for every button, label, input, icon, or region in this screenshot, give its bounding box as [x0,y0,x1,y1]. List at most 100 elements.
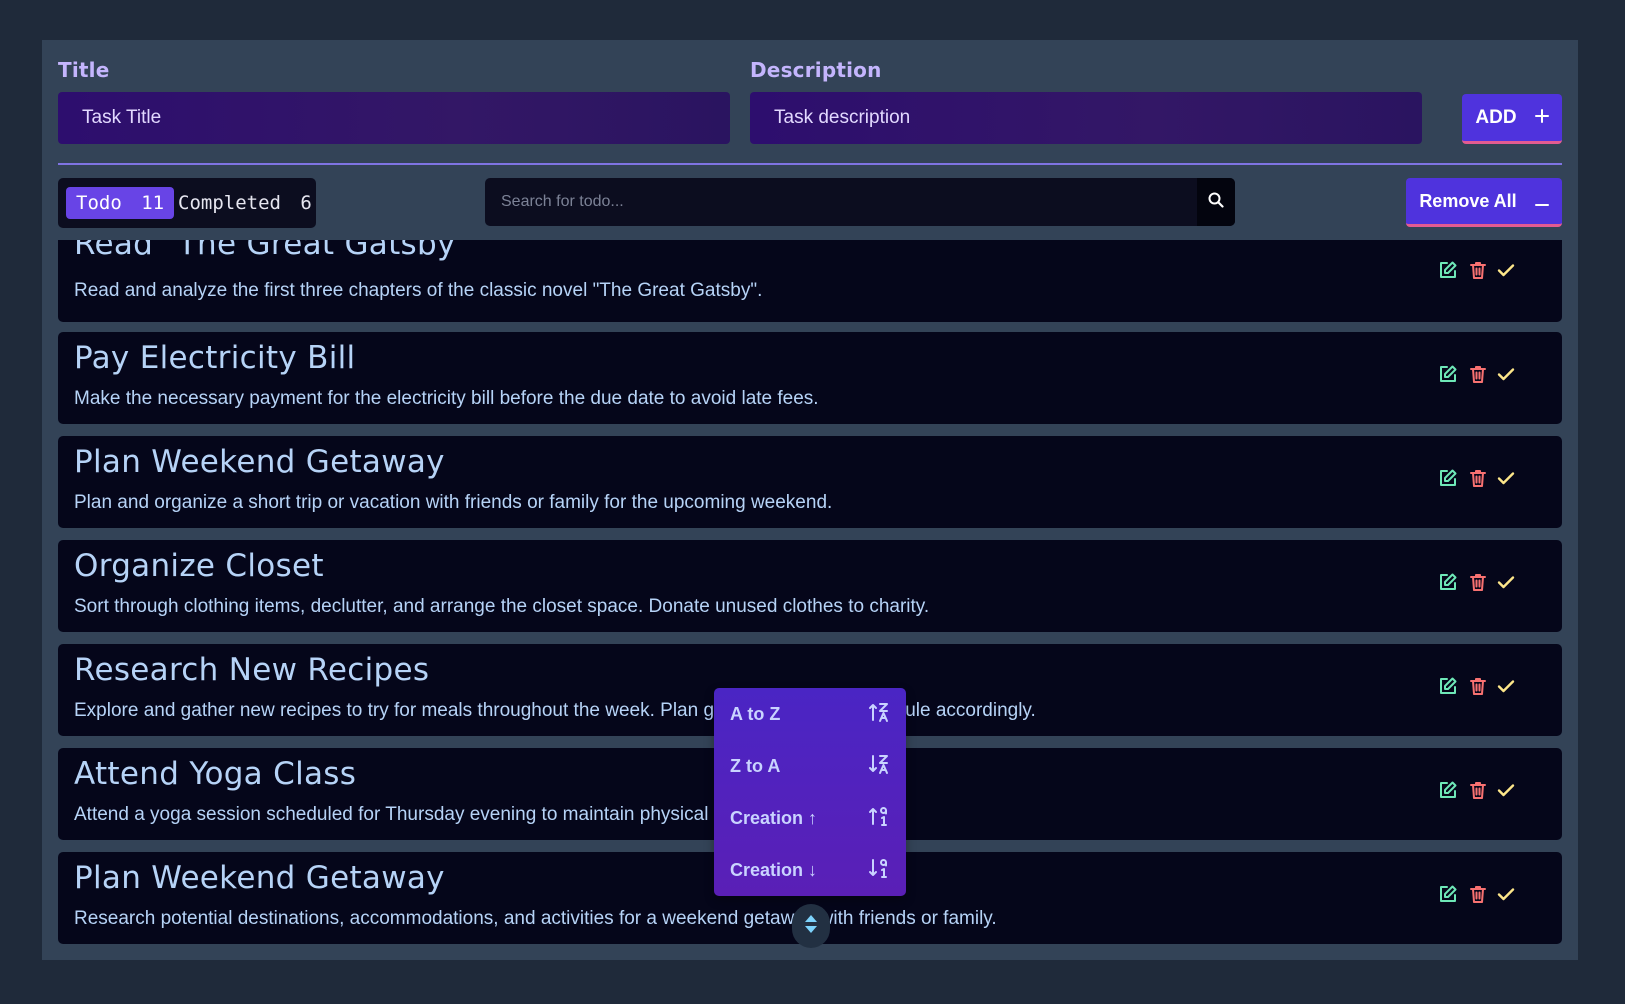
sort-creation-desc-item[interactable]: Creation ↓ [714,844,906,896]
sort-z-to-a-item[interactable]: Z to A [714,740,906,792]
sort-a-to-z-item[interactable]: A to Z [714,688,906,740]
check-icon [1496,780,1516,805]
check-icon [1496,676,1516,701]
edit-button[interactable] [1436,884,1460,908]
complete-button[interactable] [1494,260,1518,284]
trash-icon [1468,260,1488,285]
trash-icon [1468,884,1488,909]
delete-button[interactable] [1466,780,1490,804]
edit-button[interactable] [1436,780,1460,804]
tab-todo-label: Todo [76,192,122,214]
sort-numeric-up-icon [868,805,890,832]
search-icon [1208,192,1224,213]
tab-todo-count: 11 [141,192,165,214]
todo-description: Read and analyze the first three chapter… [74,280,763,301]
search-button[interactable] [1197,178,1235,226]
trash-icon [1468,468,1488,493]
edit-icon [1438,468,1458,493]
task-title-input[interactable] [58,92,730,144]
todo-title: Attend Yoga Class [74,756,357,792]
edit-icon [1438,260,1458,285]
edit-icon [1438,780,1458,805]
minus-icon [1534,191,1549,212]
plus-icon [1534,107,1549,129]
todo-description: Make the necessary payment for the elect… [74,388,819,409]
todo-actions [1436,572,1546,600]
delete-button[interactable] [1466,884,1490,908]
sort-item-label: Z to A [730,755,781,776]
edit-button[interactable] [1436,364,1460,388]
tab-completed-count: 6 [300,192,312,214]
complete-button[interactable] [1494,468,1518,492]
edit-icon [1438,884,1458,909]
todo-actions [1436,468,1546,496]
edit-button[interactable] [1436,676,1460,700]
search-input[interactable] [485,178,1197,226]
delete-button[interactable] [1466,260,1490,284]
todo-actions [1436,884,1546,912]
delete-button[interactable] [1466,676,1490,700]
todo-card: Read "The Great Gatsby" Read and analyze… [58,240,1562,322]
form-divider [58,163,1562,165]
complete-button[interactable] [1494,780,1518,804]
edit-icon [1438,676,1458,701]
delete-button[interactable] [1466,364,1490,388]
todo-actions [1436,260,1546,288]
task-description-input[interactable] [750,92,1422,144]
complete-button[interactable] [1494,364,1518,388]
todo-card: Organize Closet Sort through clothing it… [58,540,1562,632]
tab-completed[interactable]: Completed 6 [168,187,322,219]
tab-completed-label: Completed [178,192,281,214]
todo-actions [1436,364,1546,392]
check-icon [1496,364,1516,389]
todo-description: Plan and organize a short trip or vacati… [74,492,833,513]
trash-icon [1468,676,1488,701]
todo-description: Research potential destinations, accommo… [74,908,997,929]
check-icon [1496,468,1516,493]
sort-icon [804,913,818,940]
edit-button[interactable] [1436,260,1460,284]
sort-item-label: Creation ↓ [730,859,818,880]
check-icon [1496,572,1516,597]
todo-title: Organize Closet [74,548,324,584]
check-icon [1496,260,1516,285]
edit-button[interactable] [1436,468,1460,492]
todo-title: Pay Electricity Bill [74,340,356,376]
tab-todo[interactable]: Todo 11 [66,187,175,219]
edit-icon [1438,364,1458,389]
trash-icon [1468,572,1488,597]
todo-description: Sort through clothing items, declutter, … [74,596,930,617]
complete-button[interactable] [1494,884,1518,908]
search-bar [485,178,1235,226]
complete-button[interactable] [1494,572,1518,596]
sort-alpha-up-icon [868,701,890,728]
trash-icon [1468,364,1488,389]
edit-button[interactable] [1436,572,1460,596]
description-label: Description [750,58,882,82]
sort-menu: A to Z Z to A Creation ↑ Creation ↓ [714,688,906,896]
delete-button[interactable] [1466,468,1490,492]
sort-numeric-down-icon [868,857,890,884]
add-button-label: ADD [1475,106,1517,128]
sort-item-label: Creation ↑ [730,807,818,828]
todo-actions [1436,676,1546,704]
delete-button[interactable] [1466,572,1490,596]
todo-title: Read "The Great Gatsby" [74,240,471,262]
trash-icon [1468,780,1488,805]
complete-button[interactable] [1494,676,1518,700]
sort-creation-asc-item[interactable]: Creation ↑ [714,792,906,844]
edit-icon [1438,572,1458,597]
sort-toggle-button[interactable] [792,904,830,948]
sort-alpha-down-icon [868,753,890,780]
todo-actions [1436,780,1546,808]
todo-title: Plan Weekend Getaway [74,444,445,480]
tab-switcher: Todo 11 Completed 6 [58,178,316,228]
remove-all-button[interactable]: Remove All [1406,178,1562,227]
add-task-button[interactable]: ADD [1462,94,1562,144]
sort-item-label: A to Z [730,703,781,724]
check-icon [1496,884,1516,909]
todo-title: Plan Weekend Getaway [74,860,445,896]
title-label: Title [58,58,110,82]
todo-title: Research New Recipes [74,652,430,688]
todo-card: Pay Electricity Bill Make the necessary … [58,332,1562,424]
